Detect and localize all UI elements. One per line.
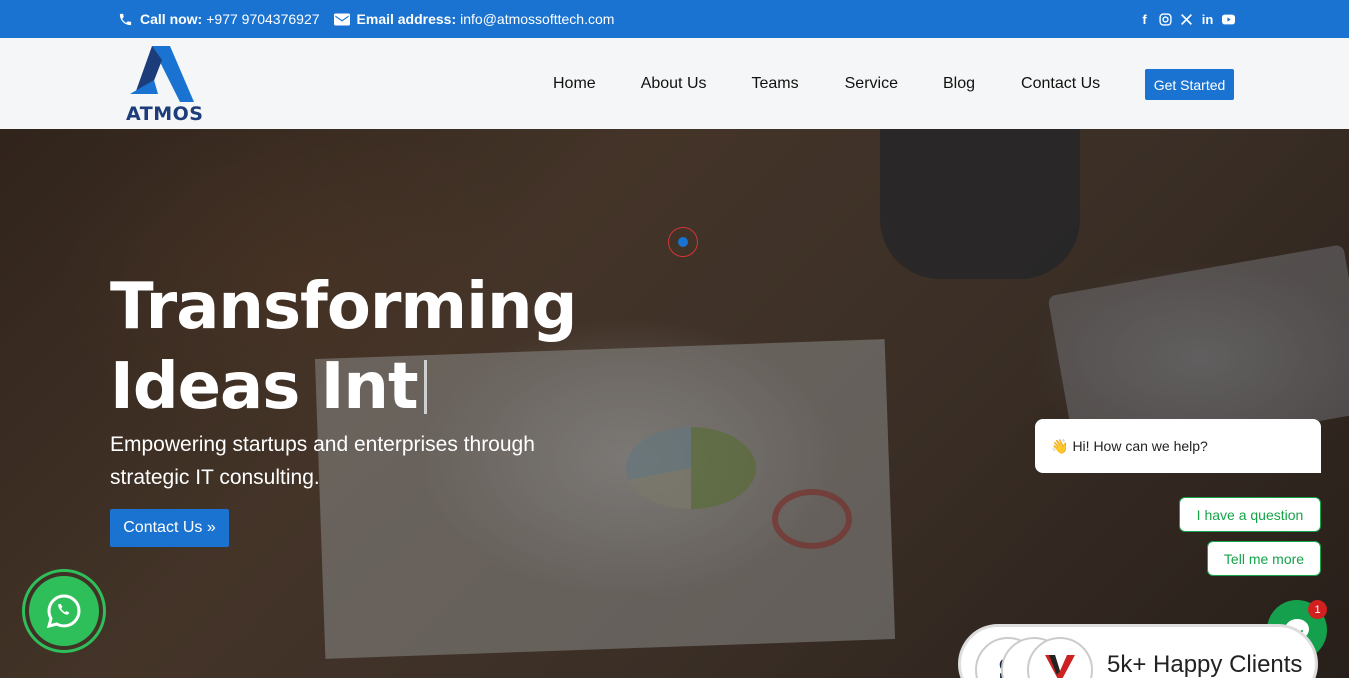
nav-home[interactable]: Home [553, 75, 596, 93]
chat-option-tell-more[interactable]: Tell me more [1207, 541, 1321, 576]
hero-section: Transforming Ideas Int Empowering startu… [0, 129, 1349, 678]
call-label: Call now: [140, 11, 203, 27]
linkedin-icon[interactable]: in [1201, 12, 1214, 27]
site-header: ATMOS Home About Us Teams Service Blog C… [0, 38, 1349, 129]
hero-title-line-1: Transforming [110, 270, 577, 344]
client-v-icon [1045, 655, 1075, 678]
x-icon[interactable] [1180, 12, 1193, 26]
happy-clients-label: 5k+ Happy Clients [1107, 651, 1303, 678]
email-label: Email address: [356, 11, 457, 27]
instagram-icon[interactable] [1159, 12, 1172, 26]
chat-greeting-text: Hi! How can we help? [1072, 438, 1208, 454]
nav-blog[interactable]: Blog [943, 75, 975, 93]
cursor-indicator [668, 227, 698, 257]
nav-teams[interactable]: Teams [752, 75, 799, 93]
chat-unread-badge: 1 [1308, 600, 1327, 619]
wave-icon: 👋 [1051, 437, 1069, 454]
youtube-icon[interactable] [1222, 12, 1235, 26]
nav-contact-us[interactable]: Contact Us [1021, 75, 1100, 93]
happy-clients-card: S 5k+ Happy Clients [958, 624, 1318, 678]
email-address[interactable]: Email address: info@atmossofttech.com [333, 11, 615, 27]
atmos-logo[interactable]: ATMOS [124, 46, 204, 125]
facebook-icon[interactable]: f [1138, 12, 1151, 27]
whatsapp-icon [46, 594, 81, 629]
nav-about-us[interactable]: About Us [641, 75, 707, 93]
main-nav: Home About Us Teams Service Blog Contact… [553, 75, 1100, 93]
email-value: info@atmossofttech.com [460, 11, 615, 27]
whatsapp-circle [29, 576, 99, 646]
hero-subtitle: Empowering startups and enterprises thro… [110, 433, 535, 489]
nav-service[interactable]: Service [845, 75, 898, 93]
envelope-icon [333, 13, 350, 25]
whatsapp-button[interactable] [22, 569, 106, 653]
phone-icon [119, 13, 132, 25]
chat-option-question[interactable]: I have a question [1179, 497, 1321, 532]
logo-text: ATMOS [126, 103, 204, 125]
logo-mark [130, 46, 194, 102]
call-value: +977 9704376927 [206, 11, 320, 27]
top-bar: Call now: +977 9704376927 Email address:… [0, 0, 1349, 38]
social-links: f in [1138, 12, 1235, 27]
hero-title: Transforming Ideas Int [110, 267, 670, 427]
chat-greeting: 👋 Hi! How can we help? [1035, 419, 1321, 473]
top-contact: Call now: +977 9704376927 Email address:… [118, 11, 628, 27]
hero-title-line-2-wrap: Ideas Int [110, 347, 670, 427]
contact-us-button[interactable]: Contact Us » [110, 509, 229, 547]
hero-title-line-2: Ideas Int [110, 350, 419, 424]
call-now[interactable]: Call now: +977 9704376927 [118, 11, 320, 27]
get-started-button[interactable]: Get Started [1145, 69, 1234, 100]
typing-caret [423, 360, 427, 414]
